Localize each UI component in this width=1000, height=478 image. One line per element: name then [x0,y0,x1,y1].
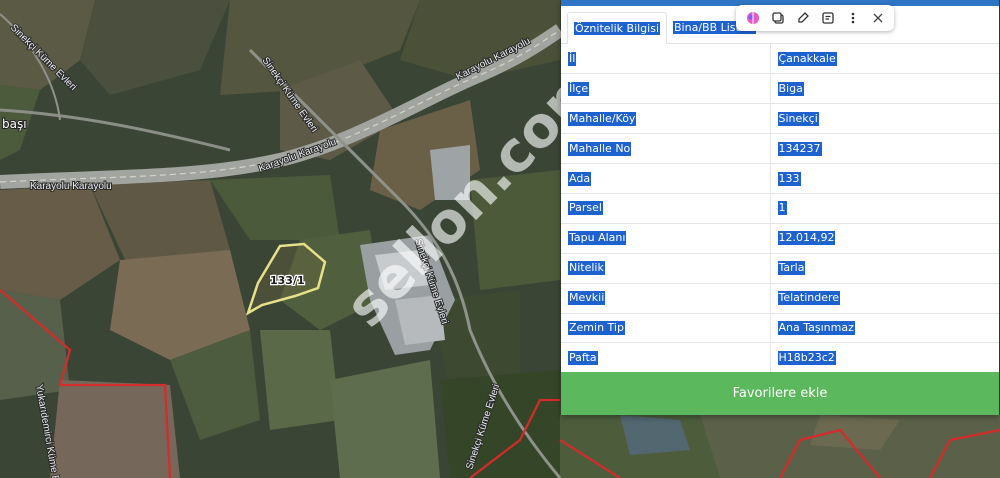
attribute-value-cell: 12.014,92 [769,223,999,254]
attribute-table: İl Çanakkale İlçe Biga Mahalle/Köy Sinekçi Mah… [561,44,999,374]
attribute-value-cell: 133 [769,163,999,194]
attribute-label-cell: Pafta [561,342,770,374]
floating-toolbar [736,5,894,31]
attribute-value: 134237 [777,141,822,156]
attribute-label-cell: Mahalle/Köy [561,103,770,135]
attribute-label-cell: Tapu Alanı [561,223,770,254]
attribute-label-cell: İlçe [561,73,770,105]
table-row: Zemin Tip Ana Taşınmaz [561,313,999,344]
attribute-value: Sinekçi [777,111,819,126]
attribute-value-cell: Sinekçi [769,103,999,135]
attribute-value: Telatindere [777,291,841,306]
parcel-label: 133/1 [270,274,305,287]
table-row: Parsel 1 [561,193,999,224]
table-row: Mahalle No 134237 [561,133,999,165]
table-row: Nitelik Tarla [561,253,999,284]
brain-icon[interactable] [745,10,761,26]
attribute-value: Ana Taşınmaz [777,320,855,335]
attribute-label: Nitelik [568,261,605,276]
tab-oznitelik-bilgisi[interactable]: Öznitelik Bilgisi [567,12,668,44]
attribute-label: Parsel [568,201,603,216]
attribute-label: Ada [568,171,592,186]
attribute-value: 133 [777,171,801,186]
attribute-label: İlçe [568,81,590,96]
attribute-value: H18b23c2 [777,350,836,365]
attribute-label-cell: Zemin Tip [561,313,770,344]
attribute-label: Mevkii [568,291,606,306]
attribute-label-cell: İl [561,44,770,75]
attribute-label-cell: Ada [561,163,770,194]
table-row: Tapu Alanı 12.014,92 [561,223,999,254]
attribute-label: Zemin Tip [568,320,625,335]
attribute-label-cell: Mahalle No [561,133,770,165]
add-to-favorites-button[interactable]: Favorilere ekle [561,372,999,415]
place-label: başı [2,117,27,131]
table-row: Mahalle/Köy Sinekçi [561,103,999,135]
table-row: Ada 133 [561,163,999,194]
attribute-label-cell: Parsel [561,193,770,224]
road-label: Karayolu Karayolu [30,181,112,192]
attribute-value-cell: Telatindere [769,283,999,314]
attribute-value-cell: 1 [769,193,999,224]
attribute-value: Biga [777,81,804,96]
attribute-value-cell: Çanakkale [769,44,999,75]
attribute-value-cell: H18b23c2 [769,342,999,374]
tab-label: Öznitelik Bilgisi [574,21,661,35]
more-icon[interactable] [845,10,861,26]
pen-icon[interactable] [795,10,811,26]
attribute-value: 1 [777,201,787,216]
table-row: İlçe Biga [561,73,999,105]
attribute-value-cell: 134237 [769,133,999,165]
attribute-table-body: İl Çanakkale İlçe Biga Mahalle/Köy Sinekçi Mah… [561,44,999,374]
attribute-label: Pafta [568,350,598,365]
attribute-label: Mahalle No [568,141,632,156]
attribute-value: Çanakkale [777,51,837,66]
attribute-value-cell: Biga [769,73,999,105]
note-icon[interactable] [820,10,836,26]
copy-icon[interactable] [770,10,786,26]
attribute-label: İl [568,51,577,66]
attribute-label: Mahalle/Köy [568,111,637,126]
attribute-value: Tarla [777,261,806,276]
table-row: Mevkii Telatindere [561,283,999,314]
attribute-panel: Öznitelik Bilgisi Bina/BB Listesi İl Çana… [561,0,999,415]
table-row: İl Çanakkale [561,44,999,75]
attribute-value-cell: Ana Taşınmaz [769,313,999,344]
attribute-value-cell: Tarla [769,253,999,284]
attribute-label-cell: Mevkii [561,283,770,314]
attribute-label: Tapu Alanı [568,231,627,246]
table-row: Pafta H18b23c2 [561,342,999,374]
attribute-label-cell: Nitelik [561,253,770,284]
attribute-value: 12.014,92 [777,231,836,246]
close-icon[interactable] [870,10,886,26]
